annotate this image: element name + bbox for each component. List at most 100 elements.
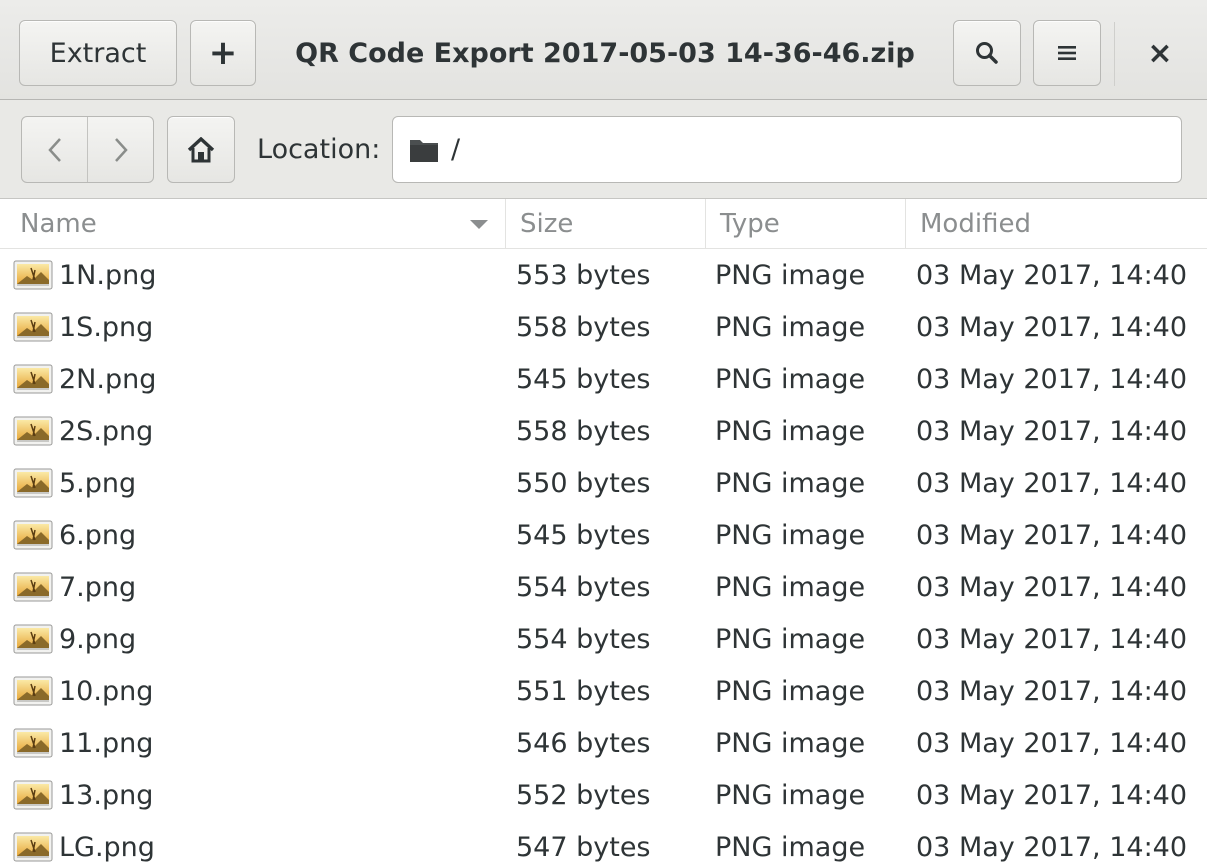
file-modified: 03 May 2017, 14:40 <box>916 623 1188 655</box>
file-name-cell: 2S.png <box>13 405 153 457</box>
file-type: PNG image <box>715 519 866 551</box>
file-type: PNG image <box>715 831 866 863</box>
navigation-buttons <box>21 116 154 183</box>
file-modified: 03 May 2017, 14:40 <box>916 779 1188 811</box>
add-files-button[interactable]: + <box>190 20 256 86</box>
file-name-cell: 13.png <box>13 769 153 821</box>
column-modified-header[interactable]: Modified <box>906 199 1207 248</box>
file-list: 1N.png 553 bytes PNG image 03 May 2017, … <box>0 249 1207 867</box>
file-modified: 03 May 2017, 14:40 <box>916 467 1188 499</box>
file-size: 545 bytes <box>516 519 651 551</box>
file-row[interactable]: 10.png 551 bytes PNG image 03 May 2017, … <box>0 665 1207 717</box>
file-modified: 03 May 2017, 14:40 <box>916 363 1188 395</box>
file-type: PNG image <box>715 779 866 811</box>
file-type: PNG image <box>715 623 866 655</box>
file-row[interactable]: 6.png 545 bytes PNG image 03 May 2017, 1… <box>0 509 1207 561</box>
header-bar: Extract + QR Code Export 2017-05-03 14-3… <box>0 0 1207 100</box>
column-header: Name Size Type Modified <box>0 199 1207 249</box>
column-size-label: Size <box>520 208 574 239</box>
column-size-header[interactable]: Size <box>506 199 706 248</box>
hamburger-menu-icon <box>1056 43 1078 63</box>
file-name: 6.png <box>59 519 137 551</box>
forward-button[interactable] <box>87 117 153 182</box>
file-size: 547 bytes <box>516 831 651 863</box>
location-bar: Location: / <box>0 100 1207 199</box>
file-type: PNG image <box>715 311 866 343</box>
file-row[interactable]: 9.png 554 bytes PNG image 03 May 2017, 1… <box>0 613 1207 665</box>
file-name-cell: 7.png <box>13 561 136 613</box>
file-name: 1S.png <box>59 311 154 343</box>
window-title: QR Code Export 2017-05-03 14-36-46.zip <box>295 37 915 69</box>
png-image-icon <box>13 832 53 862</box>
extract-button[interactable]: Extract <box>19 20 177 86</box>
home-button[interactable] <box>167 116 235 183</box>
file-row[interactable]: 1S.png 558 bytes PNG image 03 May 2017, … <box>0 301 1207 353</box>
file-size: 546 bytes <box>516 727 651 759</box>
close-icon: × <box>1147 35 1173 71</box>
home-icon <box>187 136 215 163</box>
file-type: PNG image <box>715 675 866 707</box>
file-row[interactable]: LG.png 547 bytes PNG image 03 May 2017, … <box>0 821 1207 867</box>
search-button[interactable] <box>953 20 1021 86</box>
file-size: 545 bytes <box>516 363 651 395</box>
close-button[interactable]: × <box>1128 20 1192 86</box>
file-name-cell: 1S.png <box>13 301 153 353</box>
file-size: 554 bytes <box>516 623 651 655</box>
column-name-label: Name <box>20 208 97 239</box>
file-row[interactable]: 7.png 554 bytes PNG image 03 May 2017, 1… <box>0 561 1207 613</box>
forward-arrow-icon <box>112 136 130 164</box>
file-name: 2N.png <box>59 363 157 395</box>
file-row[interactable]: 2N.png 545 bytes PNG image 03 May 2017, … <box>0 353 1207 405</box>
file-name-cell: 5.png <box>13 457 136 509</box>
file-type: PNG image <box>715 415 866 447</box>
png-image-icon <box>13 416 53 446</box>
file-modified: 03 May 2017, 14:40 <box>916 675 1188 707</box>
png-image-icon <box>13 364 53 394</box>
file-name-cell: 11.png <box>13 717 153 769</box>
back-button[interactable] <box>22 117 87 182</box>
file-name: LG.png <box>59 831 155 863</box>
file-name: 7.png <box>59 571 137 603</box>
file-type: PNG image <box>715 363 866 395</box>
png-image-icon <box>13 780 53 810</box>
file-row[interactable]: 13.png 552 bytes PNG image 03 May 2017, … <box>0 769 1207 821</box>
location-entry[interactable]: / <box>392 116 1182 183</box>
file-size: 558 bytes <box>516 311 651 343</box>
file-type: PNG image <box>715 259 866 291</box>
file-type: PNG image <box>715 727 866 759</box>
file-modified: 03 May 2017, 14:40 <box>916 415 1188 447</box>
file-name: 10.png <box>59 675 154 707</box>
file-row[interactable]: 1N.png 553 bytes PNG image 03 May 2017, … <box>0 249 1207 301</box>
file-size: 558 bytes <box>516 415 651 447</box>
file-name: 11.png <box>59 727 154 759</box>
menu-button[interactable] <box>1033 20 1101 86</box>
file-name-cell: 10.png <box>13 665 153 717</box>
file-name-cell: 6.png <box>13 509 136 561</box>
column-type-header[interactable]: Type <box>706 199 906 248</box>
file-name: 5.png <box>59 467 137 499</box>
back-arrow-icon <box>46 136 64 164</box>
file-modified: 03 May 2017, 14:40 <box>916 311 1188 343</box>
folder-icon <box>409 137 439 163</box>
png-image-icon <box>13 312 53 342</box>
sort-descending-icon <box>470 220 488 229</box>
location-label: Location: <box>257 134 381 165</box>
file-size: 553 bytes <box>516 259 651 291</box>
file-modified: 03 May 2017, 14:40 <box>916 831 1188 863</box>
location-path: / <box>451 134 461 165</box>
file-size: 551 bytes <box>516 675 651 707</box>
header-separator <box>1114 22 1115 86</box>
png-image-icon <box>13 624 53 654</box>
file-row[interactable]: 2S.png 558 bytes PNG image 03 May 2017, … <box>0 405 1207 457</box>
column-name-header[interactable]: Name <box>0 199 506 248</box>
column-type-label: Type <box>720 208 780 239</box>
png-image-icon <box>13 468 53 498</box>
png-image-icon <box>13 520 53 550</box>
file-modified: 03 May 2017, 14:40 <box>916 259 1188 291</box>
file-size: 550 bytes <box>516 467 651 499</box>
file-row[interactable]: 5.png 550 bytes PNG image 03 May 2017, 1… <box>0 457 1207 509</box>
file-name: 2S.png <box>59 415 154 447</box>
file-name-cell: 1N.png <box>13 249 156 301</box>
file-name: 1N.png <box>59 259 157 291</box>
file-row[interactable]: 11.png 546 bytes PNG image 03 May 2017, … <box>0 717 1207 769</box>
